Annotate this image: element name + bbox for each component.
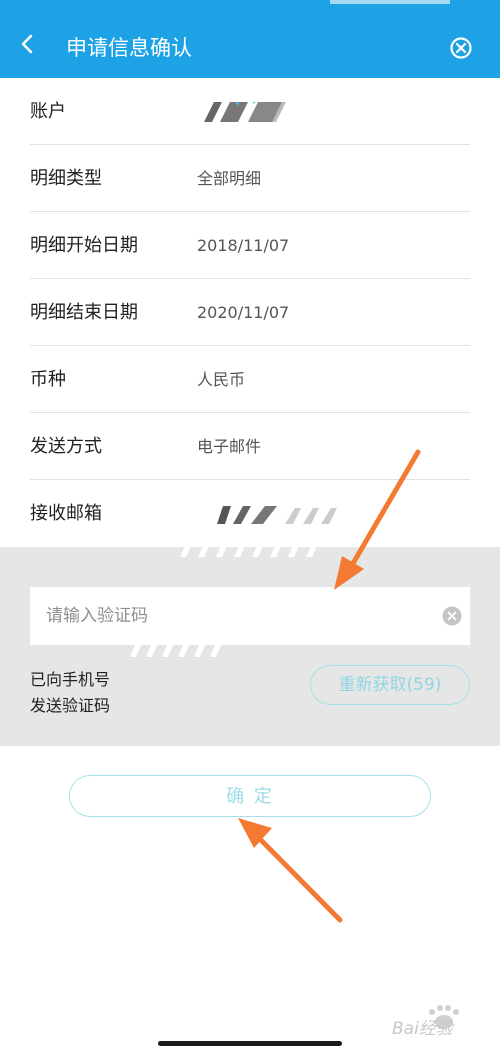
header-bar: 申请信息确认 bbox=[0, 0, 500, 78]
masked-fragment bbox=[180, 539, 320, 557]
row-label: 账户 bbox=[30, 101, 66, 122]
phone-note-line1: 已向手机号 bbox=[30, 670, 111, 689]
phone-note-line2: 发送验证码 bbox=[30, 696, 111, 715]
send-method-row: 发送方式 电子邮件 bbox=[30, 413, 470, 480]
row-label: 接收邮箱 bbox=[30, 503, 102, 524]
row-value: 人民币 bbox=[197, 370, 246, 389]
masked-fragment bbox=[130, 643, 222, 657]
verification-section: 已向手机号 发送验证码 重新获取(59) bbox=[0, 539, 500, 746]
detail-type-row: 明细类型 全部明细 bbox=[30, 145, 470, 212]
row-value: 电子邮件 bbox=[197, 437, 262, 456]
row-label: 发送方式 bbox=[30, 436, 102, 457]
currency-row: 币种 人民币 bbox=[30, 346, 470, 413]
row-label: 明细类型 bbox=[30, 168, 102, 189]
row-value: 全部明细 bbox=[197, 169, 262, 188]
receive-email-row: 接收邮箱 bbox=[30, 480, 470, 547]
resend-code-button[interactable]: 重新获取(59) bbox=[310, 665, 470, 705]
status-bar-fragment bbox=[330, 0, 450, 4]
clear-circle-icon[interactable] bbox=[442, 606, 462, 626]
row-label: 明细结束日期 bbox=[30, 302, 138, 323]
row-value: 2020/11/07 bbox=[197, 303, 290, 322]
masked-account-value bbox=[204, 102, 286, 122]
chevron-left-icon[interactable] bbox=[16, 32, 40, 56]
verification-code-input[interactable] bbox=[30, 587, 430, 645]
page-title: 申请信息确认 bbox=[66, 36, 192, 60]
code-input-container bbox=[30, 587, 470, 645]
close-circle-icon[interactable] bbox=[448, 35, 474, 61]
watermark-text: Bai经验 bbox=[392, 1019, 453, 1039]
row-label: 明细开始日期 bbox=[30, 235, 138, 256]
row-label: 币种 bbox=[30, 369, 66, 390]
phone-note: 已向手机号 发送验证码 bbox=[30, 667, 110, 719]
end-date-row: 明细结束日期 2020/11/07 bbox=[30, 279, 470, 346]
arrow-to-confirm bbox=[238, 818, 343, 923]
home-indicator[interactable] bbox=[158, 1041, 342, 1046]
row-value: 2018/11/07 bbox=[197, 236, 290, 255]
start-date-row: 明细开始日期 2018/11/07 bbox=[30, 212, 470, 279]
account-row: 账户 bbox=[30, 78, 470, 145]
confirm-button[interactable]: 确 定 bbox=[69, 775, 431, 817]
masked-email-value bbox=[217, 506, 337, 524]
